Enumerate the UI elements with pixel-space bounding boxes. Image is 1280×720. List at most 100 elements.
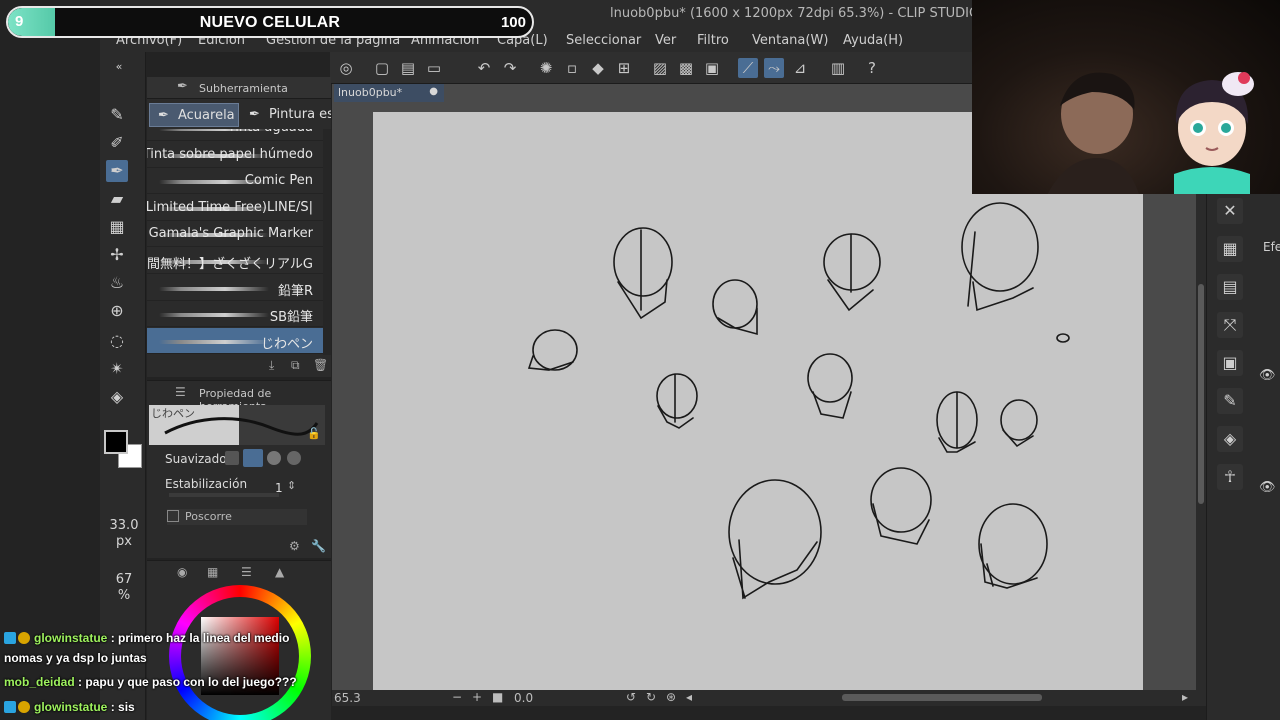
grid-icon[interactable]: ▣ bbox=[702, 58, 722, 78]
zoom-out-icon[interactable]: − bbox=[452, 690, 462, 704]
post-correction-row[interactable]: Poscorre bbox=[167, 509, 307, 525]
tab-acuarela[interactable]: ✒ Acuarela bbox=[149, 103, 239, 127]
brush-list-item[interactable]: Tinta sobre papel húmedo bbox=[147, 142, 323, 168]
brush-list-item[interactable]: Gamala's Graphic Marker bbox=[147, 221, 323, 248]
pen-tool-icon[interactable]: ✎ bbox=[106, 104, 128, 126]
redo-icon[interactable]: ↷ bbox=[500, 58, 520, 78]
stepper-icon[interactable]: ⇕ bbox=[287, 479, 296, 492]
menu-ayuda[interactable]: Ayuda(H) bbox=[843, 33, 903, 48]
rotate-left-icon[interactable]: ↺ bbox=[626, 690, 636, 704]
brush-list-item[interactable]: Comic Pen bbox=[147, 168, 323, 195]
duplicate-icon[interactable]: ⧉ bbox=[291, 358, 300, 373]
eye-icon[interactable]: 👁 bbox=[1259, 480, 1276, 495]
scroll-left-icon[interactable]: ◂ bbox=[686, 690, 692, 704]
brush-list-scrollbar[interactable] bbox=[323, 129, 331, 355]
horizontal-scroll-thumb[interactable] bbox=[842, 694, 1042, 701]
drawing-canvas[interactable] bbox=[373, 112, 1143, 692]
snap-ruler-icon[interactable]: ⟋ bbox=[738, 58, 758, 78]
edit-icon[interactable]: ✎ bbox=[1217, 388, 1243, 414]
snap-grid-icon[interactable]: ⊿ bbox=[790, 58, 810, 78]
window-title: lnuob0pbu* (1600 x 1200px 72dpi 65.3%) -… bbox=[610, 6, 1004, 21]
rotate-right-icon[interactable]: ↻ bbox=[646, 690, 656, 704]
navigator-icon[interactable]: ⤧ bbox=[1217, 312, 1243, 338]
ruler-icon[interactable]: ▨ bbox=[650, 58, 670, 78]
figure-tool-icon[interactable]: ⊕ bbox=[106, 300, 128, 322]
chat-username: mob_deidad bbox=[4, 675, 75, 689]
3d-icon[interactable]: ◈ bbox=[1217, 426, 1243, 452]
color-slider-tab-icon[interactable]: ☰ bbox=[241, 565, 252, 579]
post-correction-checkbox[interactable] bbox=[167, 510, 179, 522]
wrench-icon[interactable]: 🔧 bbox=[311, 539, 326, 553]
brush-list-item[interactable]: 鉛筆R bbox=[147, 275, 323, 301]
brush-list-item[interactable]: SB鉛筆 bbox=[147, 301, 323, 328]
fit-icon[interactable]: ■ bbox=[492, 690, 503, 704]
layer-list-icon[interactable]: ▤ bbox=[1217, 274, 1243, 300]
brush-tool-icon[interactable]: ✒ bbox=[106, 160, 128, 182]
snap-special-ruler-icon[interactable]: ⤳ bbox=[764, 58, 784, 78]
blend-tool-icon[interactable]: ♨ bbox=[106, 272, 128, 294]
transform-icon[interactable]: ⊞ bbox=[614, 58, 634, 78]
menu-seleccionar[interactable]: Seleccionar bbox=[566, 33, 641, 48]
fill-tool-icon[interactable]: ◈ bbox=[106, 386, 128, 408]
close-icon[interactable]: ✕ bbox=[1217, 198, 1243, 224]
rotation-readout[interactable]: 0.0 bbox=[514, 691, 533, 705]
vertical-scroll-thumb[interactable] bbox=[1198, 284, 1204, 504]
foreground-color-swatch[interactable] bbox=[104, 430, 128, 454]
eye-icon[interactable]: 👁 bbox=[1259, 368, 1276, 383]
material-icon[interactable]: ▣ bbox=[1217, 350, 1243, 376]
color-wheel-tab-icon[interactable]: ◉ bbox=[177, 565, 187, 579]
save-icon[interactable]: ▭ bbox=[424, 58, 444, 78]
collapse-icon[interactable]: « bbox=[108, 56, 130, 78]
chat-message: glowinstatue : sis bbox=[4, 700, 135, 714]
color-set-tab-icon[interactable]: ▦ bbox=[207, 565, 218, 579]
menu-ventana[interactable]: Ventana(W) bbox=[752, 33, 828, 48]
post-correction-label: Poscorre bbox=[185, 510, 232, 523]
new-file-icon[interactable]: ▢ bbox=[372, 58, 392, 78]
clip-studio-icon[interactable]: ◎ bbox=[336, 58, 356, 78]
smoothing-label: Suavizado bbox=[165, 452, 227, 466]
head-sketch bbox=[656, 373, 698, 429]
brush-list-item[interactable]: Tinta aguada bbox=[147, 129, 323, 141]
brush-name: (Limited Time Free)LINE/S| bbox=[147, 199, 313, 215]
goal-target: 100 bbox=[500, 14, 526, 31]
undo-icon[interactable]: ↶ bbox=[474, 58, 494, 78]
stabilization-slider[interactable] bbox=[169, 493, 279, 497]
open-folder-icon[interactable]: ▤ bbox=[398, 58, 418, 78]
zoom-in-icon[interactable]: + bbox=[472, 690, 482, 704]
color-history-tab-icon[interactable]: ▲ bbox=[275, 565, 284, 579]
brush-list-item[interactable]: じわペン bbox=[147, 327, 323, 354]
menu-ver[interactable]: Ver bbox=[655, 33, 676, 48]
clear-icon[interactable]: ▫ bbox=[562, 58, 582, 78]
scroll-right-icon[interactable]: ▸ bbox=[1182, 690, 1188, 704]
brush-stroke-preview bbox=[159, 286, 269, 291]
decoration-tool-icon[interactable]: ▦ bbox=[106, 216, 128, 238]
layer-property-icon[interactable]: ▦ bbox=[1217, 236, 1243, 262]
chat-text: nomas y ya dsp lo juntas bbox=[4, 651, 147, 665]
eraser-tool-icon[interactable]: ▰ bbox=[106, 188, 128, 210]
brush-list-item[interactable]: (Limited Time Free)LINE/S| bbox=[147, 195, 323, 221]
menu-filtro[interactable]: Filtro bbox=[697, 33, 729, 48]
help-icon[interactable]: ? bbox=[862, 58, 882, 78]
import-icon[interactable]: ⤓ bbox=[269, 358, 274, 373]
brush-name: じわペン bbox=[260, 336, 313, 352]
lasso-tool-icon[interactable]: ◌ bbox=[106, 330, 128, 352]
pose-icon[interactable]: ☥ bbox=[1217, 464, 1243, 490]
prime-badge-icon bbox=[4, 701, 16, 713]
pencil-tool-icon[interactable]: ✐ bbox=[106, 132, 128, 154]
lock-icon[interactable]: 🔓 bbox=[307, 427, 321, 440]
tab-pintura[interactable]: ✒ Pintura es bbox=[241, 103, 331, 127]
settings-icon[interactable]: ⚙ bbox=[289, 539, 300, 553]
reset-rotation-icon[interactable]: ⊛ bbox=[666, 690, 676, 704]
auto-select-tool-icon[interactable]: ✴ bbox=[106, 358, 128, 380]
trash-icon[interactable]: 🗑 bbox=[313, 358, 328, 372]
loading-icon[interactable]: ✺ bbox=[536, 58, 556, 78]
snap-icon[interactable]: ▩ bbox=[676, 58, 696, 78]
fill-icon[interactable]: ◆ bbox=[588, 58, 608, 78]
tablet-icon[interactable]: ▥ bbox=[828, 58, 848, 78]
smoothing-options[interactable] bbox=[225, 449, 309, 467]
airbrush-tool-icon[interactable]: ✢ bbox=[106, 244, 128, 266]
brush-list-item[interactable]: 【24時間無料！】ざくざくリアルG bbox=[147, 248, 323, 274]
chat-username: glowinstatue bbox=[34, 631, 108, 645]
chat-message: mob_deidad : papu y que paso con lo del … bbox=[4, 675, 297, 689]
document-tab[interactable]: lnuob0pbu* ● bbox=[334, 84, 444, 102]
